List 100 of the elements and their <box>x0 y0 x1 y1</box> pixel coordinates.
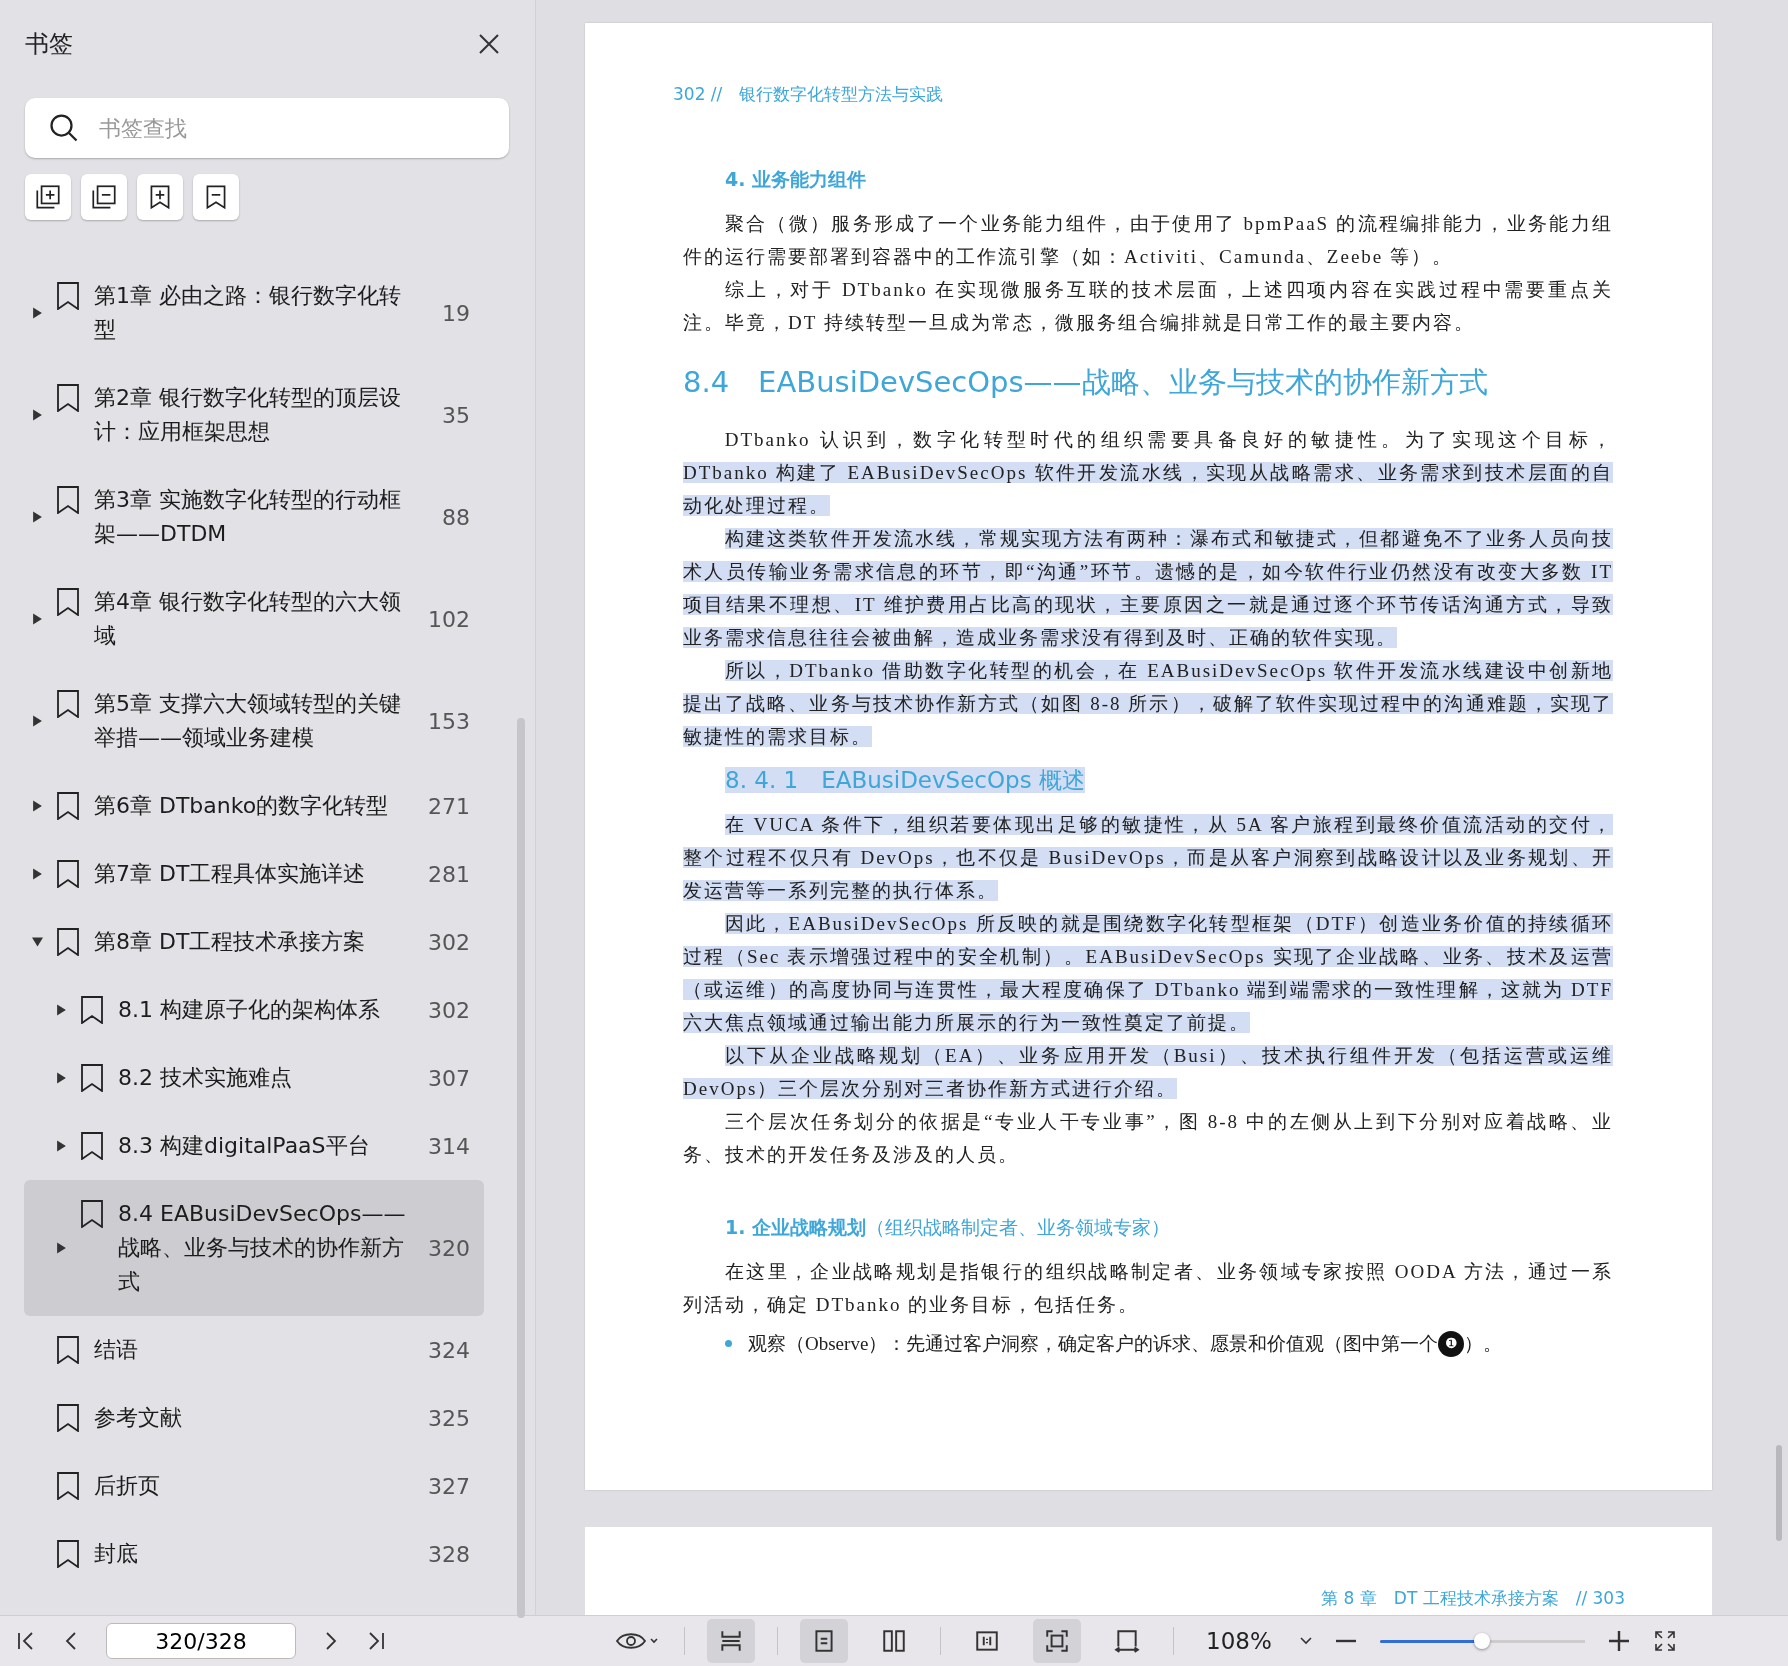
two-page-icon <box>881 1628 907 1654</box>
bookmark-title: 8.1 构建原子化的架构体系 <box>118 996 381 1024</box>
bookmark-item[interactable]: 第5章 支撑六大领域转型的关键举措——领域业务建模 153 <box>24 670 484 772</box>
sidebar-title: 书签 <box>25 29 73 60</box>
bookmark-item[interactable]: 第8章 DT工程技术承接方案 302 <box>24 908 484 976</box>
bullet-item: 观察（Observe）：先通过客户洞察，确定客户的诉求、愿景和价值观（图中第一个 ❶ ）。 <box>725 1327 1613 1360</box>
bookmark-icon <box>80 1132 104 1160</box>
bookmark-item[interactable]: 参考文献 325 <box>24 1384 484 1452</box>
expanded-triangle-icon[interactable] <box>31 936 44 948</box>
bookmark-title: 第6章 DTbanko的数字化转型 <box>94 792 390 820</box>
paragraph: 构建这类软件开发流水线，常规实现方法有两种：瀑布式和敏捷式，但都避免不了业务人员向技术人员传输业务需求信息的环节，即“沟通”环节。遗憾的是，如今软件行业仍然没有改变大多数 IT 项目结果不理想、IT 维护费用占比高的现状，主要原因之一就是通过逐个环节传话沟通方式，导致业务需求信息往往会被曲解，造成业务需求没有得到及时、正确的软件实现。 <box>683 527 1613 650</box>
section-heading: 8.4 EABusiDevSecOps——战略、业务与技术的协作新方式 <box>683 365 1488 399</box>
collapsed-triangle-icon[interactable] <box>56 1242 67 1254</box>
page-number: 324 <box>427 1337 470 1363</box>
bookmark-title: 第5章 支撑六大领域转型的关键举措——领域业务建模 <box>94 690 402 752</box>
collapsed-triangle-icon[interactable] <box>32 868 43 880</box>
bookmark-item[interactable]: 第1章 必由之路：银行数字化转型 19 <box>24 262 484 364</box>
bookmark-item[interactable]: 8.3 构建digitalPaaS平台 314 <box>24 1112 484 1180</box>
collapsed-triangle-icon[interactable] <box>32 307 43 319</box>
bookmark-title: 第8章 DT工程技术承接方案 <box>94 928 367 956</box>
close-icon[interactable] <box>477 32 501 56</box>
bookmark-item[interactable]: 封底 328 <box>24 1520 484 1588</box>
bookmark-title: 参考文献 <box>94 1404 183 1432</box>
bookmark-title: 第3章 实施数字化转型的行动框架——DTDM <box>94 486 402 548</box>
fit-page-icon <box>1044 1628 1070 1654</box>
page-number: 88 <box>441 504 470 530</box>
collapsed-triangle-icon[interactable] <box>32 613 43 625</box>
running-header: 302 // 银行数字化转型方法与实践 <box>673 83 945 106</box>
bookmark-title: 8.3 构建digitalPaaS平台 <box>118 1132 371 1160</box>
page-number: 281 <box>427 861 470 887</box>
page-number-field[interactable]: 320/328 <box>106 1623 296 1659</box>
continuous-scroll-button[interactable] <box>707 1619 755 1663</box>
bookmark-item[interactable]: 第7章 DT工程具体实施详述 281 <box>24 840 484 908</box>
page-number: 271 <box>427 793 470 819</box>
section-heading: 8. 4. 1 EABusiDevSecOps 概述 <box>725 767 1085 793</box>
collapsed-triangle-icon[interactable] <box>32 800 43 812</box>
bookmark-item[interactable]: 第6章 DTbanko的数字化转型 271 <box>24 772 484 840</box>
collapsed-triangle-icon[interactable] <box>32 409 43 421</box>
subsection-heading: 4. 业务能力组件 <box>725 167 868 192</box>
bookmark-icon <box>56 1336 80 1364</box>
single-page-button[interactable] <box>800 1619 848 1663</box>
caret-icon <box>1299 1637 1312 1645</box>
bookmark-title: 8.2 技术实施难点 <box>118 1064 293 1092</box>
collapsed-triangle-icon[interactable] <box>32 715 43 727</box>
bookmark-title: 第4章 银行数字化转型的六大领域 <box>94 588 402 650</box>
bookmark-item[interactable]: 8.2 技术实施难点 307 <box>24 1044 484 1112</box>
bookmark-title: 8.4 EABusiDevSecOps——战略、业务与技术的协作新方式 <box>118 1200 407 1296</box>
fullscreen-icon[interactable] <box>1652 1629 1677 1653</box>
bookmark-icon <box>80 1064 104 1092</box>
page-number: 302 <box>427 997 470 1023</box>
bookmark-item[interactable]: 8.4 EABusiDevSecOps——战略、业务与技术的协作新方式 320 <box>24 1180 484 1316</box>
collapsed-triangle-icon[interactable] <box>56 1004 67 1016</box>
paragraph: 综上，对于 DTbanko 在实现微服务互联的技术层面，上述四项内容在实践过程中需要重点关注。毕竟，DT 持续转型一旦成为常态，微服务组合编排就是日常工作的最主要内容。 <box>683 278 1613 335</box>
page-number: 35 <box>441 402 470 428</box>
running-header: 第 8 章 DT 工程技术承接方案 // 303 <box>1320 1587 1625 1610</box>
search-icon <box>49 113 79 143</box>
page-number: 302 <box>427 929 470 955</box>
bookmark-title: 封底 <box>94 1540 139 1568</box>
bookmark-icon <box>56 588 80 616</box>
add-bookmark-button[interactable] <box>137 174 183 220</box>
collapsed-triangle-icon[interactable] <box>56 1140 67 1152</box>
bookmark-item[interactable]: 8.1 构建原子化的架构体系 302 <box>24 976 484 1044</box>
bookmark-icon <box>56 690 80 718</box>
collapsed-triangle-icon[interactable] <box>56 1072 67 1084</box>
stacked-plus-icon <box>33 182 63 212</box>
bookmark-item[interactable]: 第4章 银行数字化转型的六大领域 102 <box>24 568 484 670</box>
fit-page-button[interactable] <box>1033 1619 1081 1663</box>
bookmark-item[interactable]: 后折页 327 <box>24 1452 484 1520</box>
bookmark-icon <box>56 792 80 820</box>
fit-width-icon <box>1114 1628 1140 1654</box>
actual-size-icon <box>974 1628 1000 1654</box>
zoom-in-icon[interactable] <box>1606 1629 1631 1653</box>
stacked-minus-icon <box>89 182 119 212</box>
bookmark-item[interactable]: 第3章 实施数字化转型的行动框架——DTDM 88 <box>24 466 484 568</box>
expand-all-button[interactable] <box>25 174 71 220</box>
paragraph: 在这里，企业战略规划是指银行的组织战略制定者、业务领域专家按照 OODA 方法，通过一系列活动，确定 DTbanko 的业务目标，包括任务。 <box>683 1260 1613 1317</box>
bookmark-title: 第7章 DT工程具体实施详述 <box>94 860 367 888</box>
zoom-dropdown[interactable]: 108% <box>1206 1628 1312 1654</box>
continuous-scroll-icon <box>718 1628 744 1654</box>
page-number: 153 <box>427 708 470 734</box>
scrollbar[interactable] <box>517 718 525 1618</box>
page-number: 102 <box>427 606 470 632</box>
bookmark-icon <box>56 282 80 310</box>
bookmark-icon <box>80 1200 104 1228</box>
bookmark-icon <box>56 1472 80 1500</box>
search-field[interactable]: 书签查找 <box>25 98 509 158</box>
paragraph: 因此，EABusiDevSecOps 所反映的就是围绕数字化转型框架（DTF）创造业务价值的持续循环过程（Sec 表示增强过程中的安全机制）。EABusiDevSecOps 实现了企业战略、业务、技术及运营（或运维）的高度协同与连贯性，最大程度确保了 DTbanko 端到端需求的一致性理解，这就为 DTF 六大焦点领域通过输出能力所展示的行为一致性奠定了前提。 <box>683 912 1613 1035</box>
collapse-all-button[interactable] <box>81 174 127 220</box>
bookmark-icon <box>80 996 104 1024</box>
bookmark-item[interactable]: 第2章 银行数字化转型的顶层设计：应用框架思想 35 <box>24 364 484 466</box>
page-number: 19 <box>441 300 470 326</box>
bookmark-icon <box>56 384 80 412</box>
page-number: 328 <box>427 1541 470 1567</box>
bookmark-item[interactable]: 结语 324 <box>24 1316 484 1384</box>
bookmark-icon <box>56 486 80 514</box>
paragraph: 在 VUCA 条件下，组织若要体现出足够的敏捷性，从 5A 客户旅程到最终价值流活动的交付，整个过程不仅只有 DevOps，也不仅是 BusiDevOps，而是从客户洞察到战略设计以及业务规划、开发运营等一系列完整的执行体系。 <box>683 813 1613 903</box>
subsection-heading: 1. 企业战略规划（组织战略制定者、业务领域专家） <box>725 1215 1172 1240</box>
page-number: 320 <box>427 1235 470 1261</box>
collapsed-triangle-icon[interactable] <box>32 511 43 523</box>
remove-bookmark-button[interactable] <box>193 174 239 220</box>
